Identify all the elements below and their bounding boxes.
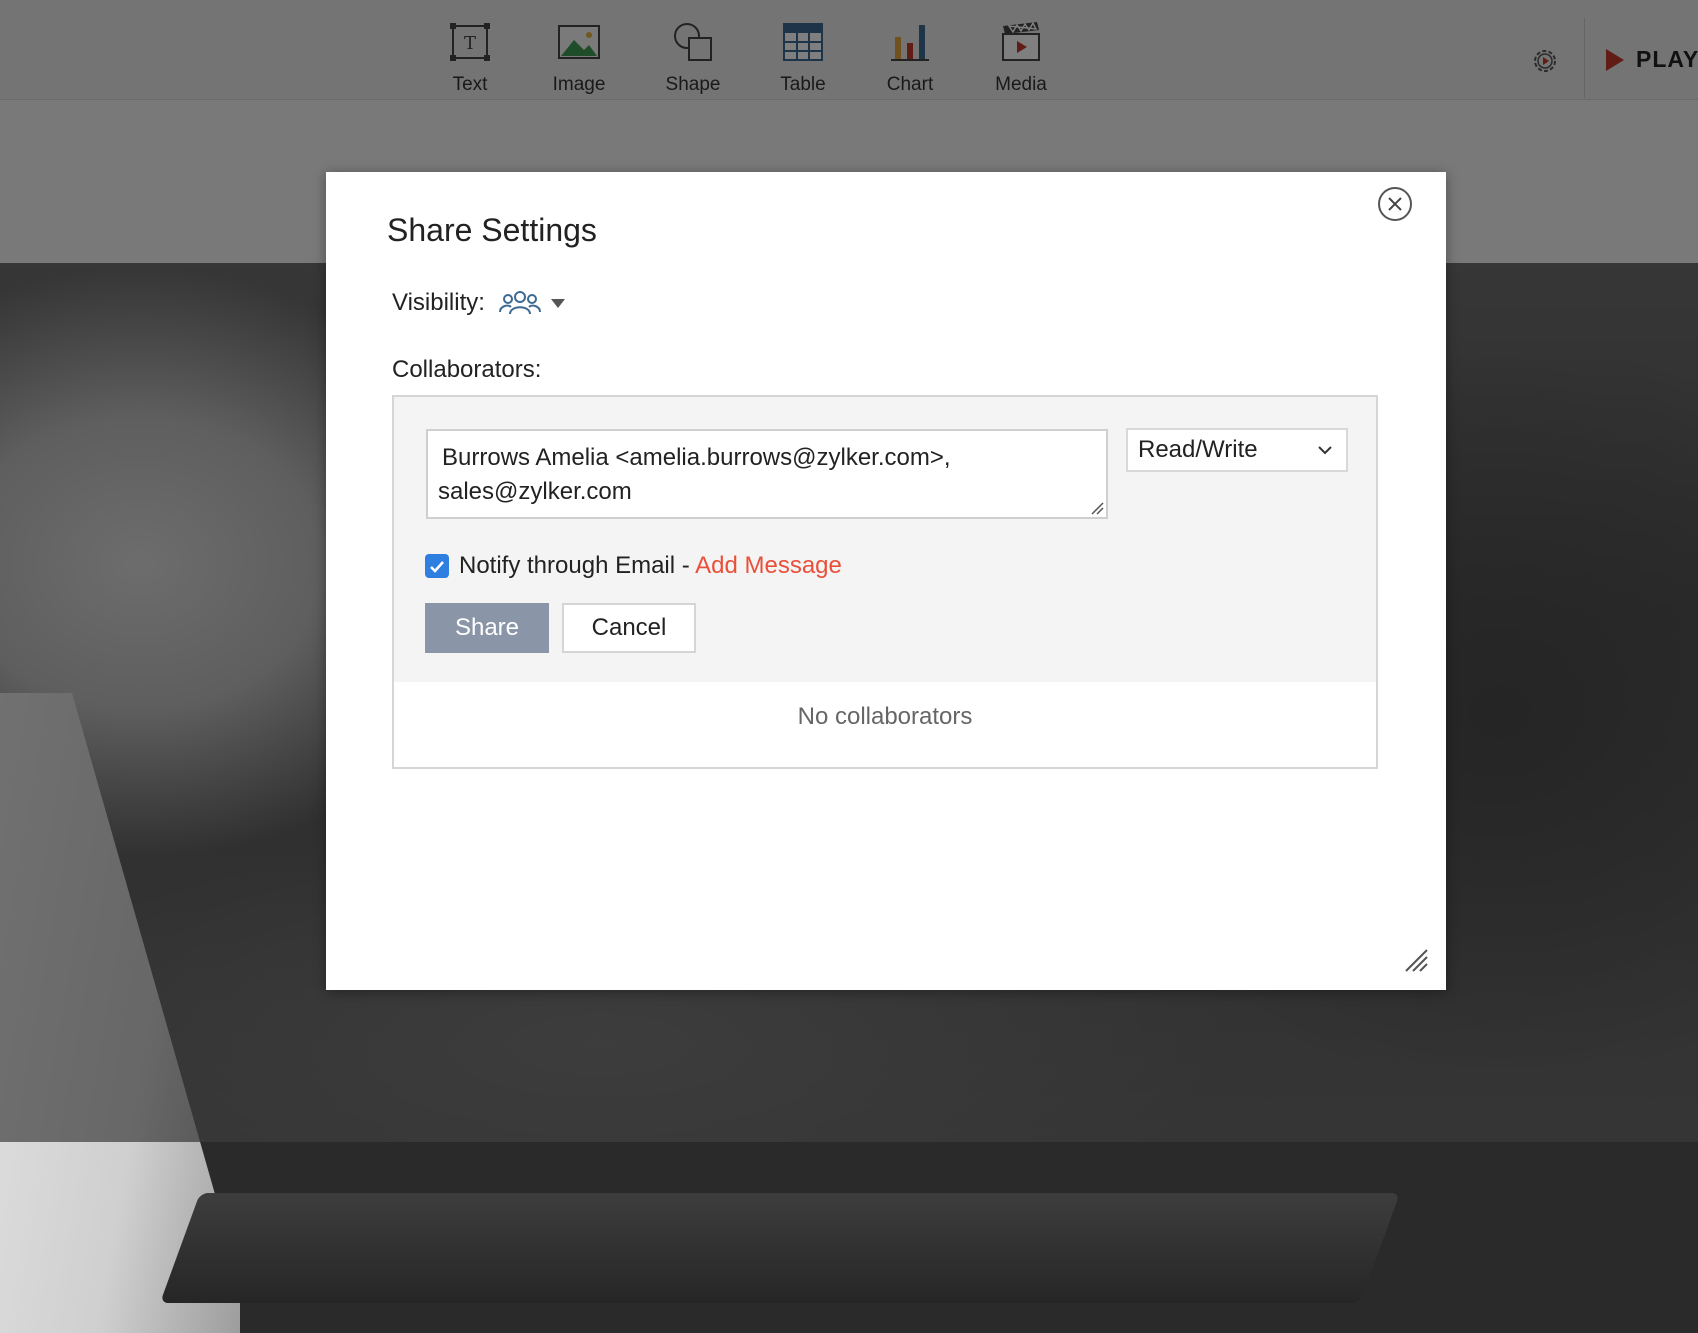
collaborators-panel: Burrows Amelia <amelia.burrows@zylker.co…: [392, 395, 1378, 769]
close-icon: [1388, 197, 1402, 211]
close-button[interactable]: [1378, 187, 1412, 221]
share-button[interactable]: Share: [425, 603, 549, 653]
visibility-row: Visibility:: [392, 289, 565, 317]
collaborators-label: Collaborators:: [392, 356, 542, 383]
email-value-line-2: sales@zylker.com: [438, 478, 632, 505]
permission-value: Read/Write: [1138, 436, 1258, 463]
collaborator-email-field[interactable]: Burrows Amelia <amelia.burrows@zylker.co…: [426, 429, 1108, 519]
chevron-down-icon: [1318, 445, 1332, 454]
checkmark-icon: [430, 560, 444, 573]
keyboard-image: [159, 1193, 1401, 1303]
empty-collaborators-message: No collaborators: [797, 703, 973, 730]
textarea-resize-icon[interactable]: [1090, 501, 1104, 515]
permission-select[interactable]: Read/Write: [1126, 428, 1348, 472]
add-message-link[interactable]: Add Message: [695, 552, 842, 579]
email-value-line-1: Burrows Amelia <amelia.burrows@zylker.co…: [442, 444, 951, 471]
add-collaborator-form: Burrows Amelia <amelia.burrows@zylker.co…: [394, 397, 1376, 682]
visibility-label: Visibility:: [392, 289, 485, 316]
visibility-dropdown[interactable]: [498, 290, 565, 316]
group-icon: [498, 291, 541, 315]
notify-email-checkbox[interactable]: [425, 554, 449, 578]
dialog-resize-icon[interactable]: [1404, 948, 1428, 972]
notify-row: Notify through Email - Add Message: [425, 552, 842, 580]
cancel-button[interactable]: Cancel: [562, 603, 696, 653]
share-settings-dialog: Share Settings Visibility: Collaborators…: [326, 172, 1446, 990]
caret-down-icon: [550, 298, 565, 308]
dialog-title: Share Settings: [387, 212, 597, 248]
notify-email-label: Notify through Email -: [459, 552, 696, 579]
